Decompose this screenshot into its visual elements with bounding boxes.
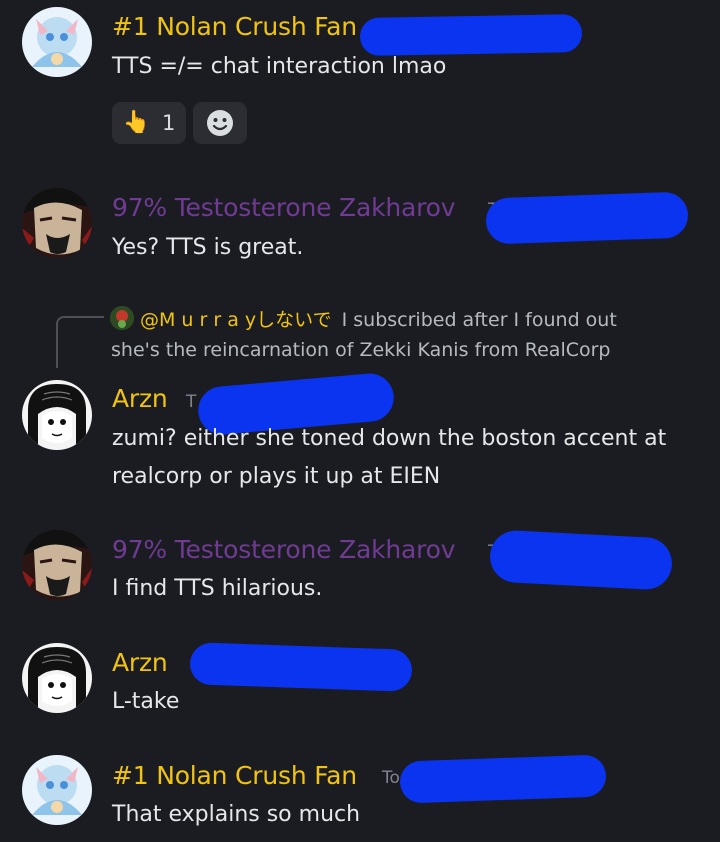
reply-text-continued: she's the reincarnation of Zekki Kanis f… — [111, 339, 611, 361]
reply-connector — [56, 316, 104, 368]
avatar[interactable] — [22, 530, 92, 600]
message-text: I find TTS hilarious. — [112, 576, 323, 601]
reaction-count: 1 — [162, 111, 176, 135]
author-name[interactable]: #1 Nolan Crush Fan — [112, 12, 357, 41]
message-text: That explains so much — [112, 802, 361, 827]
avatar[interactable] — [22, 7, 92, 77]
message-text: zumi? either she toned down the boston a… — [112, 426, 667, 451]
reply-avatar — [110, 306, 134, 330]
message-text: L-take — [112, 689, 180, 714]
message-text: realcorp or plays it up at EIEN — [112, 464, 441, 489]
reply-text: I subscribed after I found out — [341, 309, 617, 331]
message-text: TTS =/= chat interaction lmao — [112, 54, 447, 79]
redaction-mark — [189, 642, 413, 692]
redaction-mark — [485, 191, 689, 245]
author-name[interactable]: 97% Testosterone Zakharov — [112, 193, 456, 222]
reply-author[interactable]: @M u r r a yしないで — [140, 309, 332, 331]
timestamp: T — [186, 392, 197, 412]
reply-preview[interactable]: @M u r r a yしないで I subscribed after I fo… — [110, 305, 617, 332]
avatar[interactable] — [22, 755, 92, 825]
smiley-icon — [207, 110, 233, 136]
author-name[interactable]: 97% Testosterone Zakharov — [112, 535, 456, 564]
point-up-icon: 👆 — [122, 110, 151, 135]
redaction-mark — [488, 529, 674, 591]
author-name[interactable]: Arzn — [112, 384, 168, 413]
author-name[interactable]: #1 Nolan Crush Fan — [112, 761, 357, 790]
message-text: Yes? TTS is great. — [112, 235, 304, 260]
timestamp: To — [382, 768, 400, 788]
redaction-mark — [399, 754, 607, 804]
reaction-point-up[interactable]: 👆 1 — [112, 102, 186, 144]
avatar[interactable] — [22, 188, 92, 258]
avatar[interactable] — [22, 380, 92, 450]
avatar[interactable] — [22, 643, 92, 713]
add-reaction-button[interactable] — [193, 102, 247, 144]
author-name[interactable]: Arzn — [112, 648, 168, 677]
